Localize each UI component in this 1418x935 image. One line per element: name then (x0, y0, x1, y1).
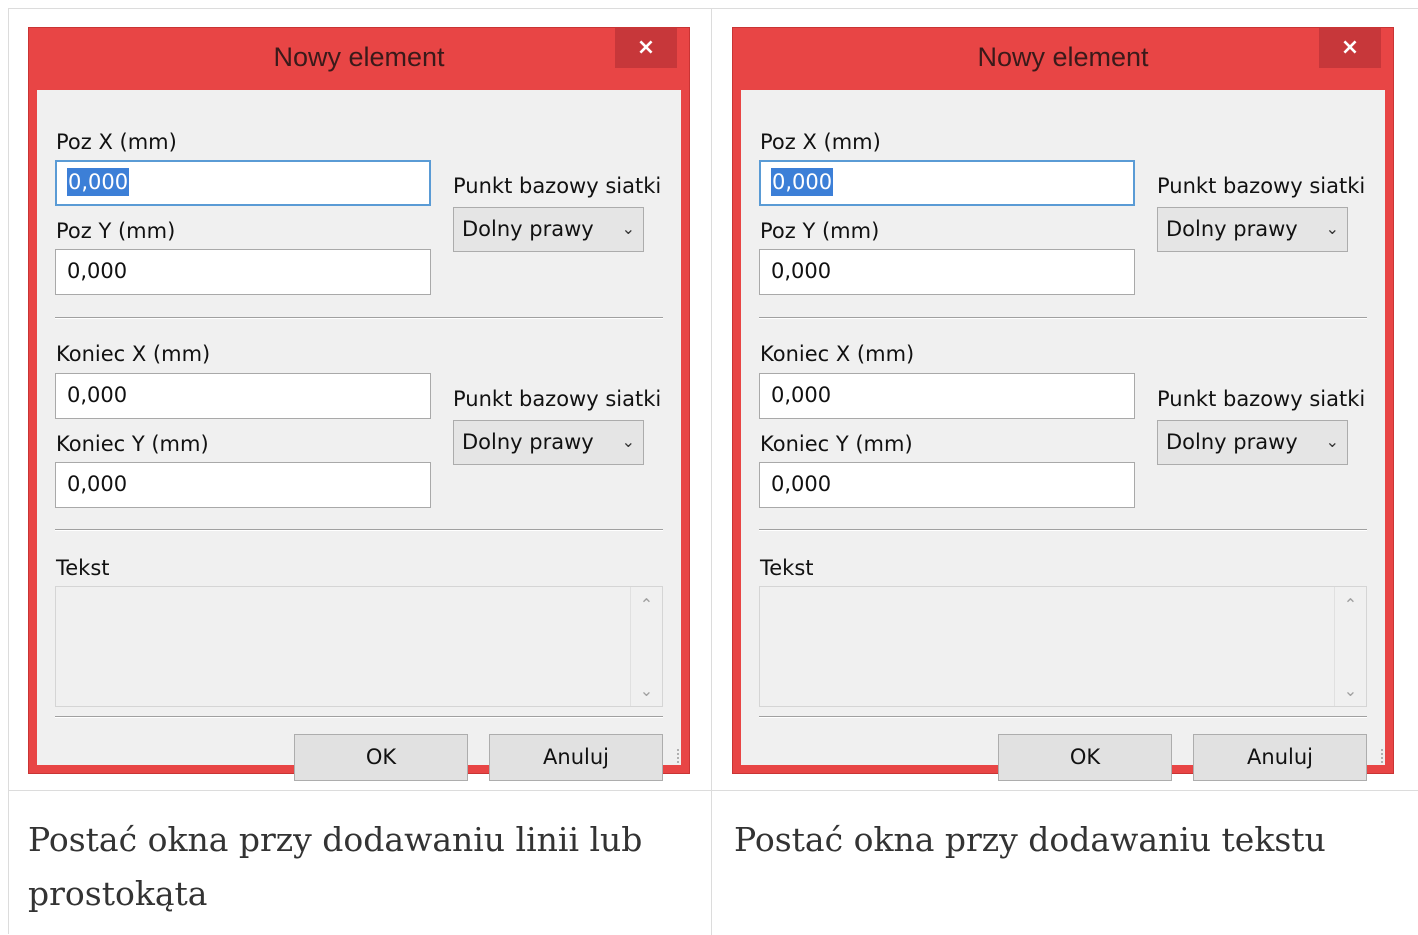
pos-x-input[interactable]: 0,000 (759, 160, 1135, 206)
scroll-down-icon[interactable]: ⌄ (631, 681, 662, 700)
dialog-title: Nowy element (977, 42, 1149, 72)
scroll-up-icon[interactable]: ⌃ (631, 595, 662, 614)
ok-button[interactable]: OK (294, 734, 468, 781)
grid-base-select[interactable]: Dolny prawy ⌄ (1157, 207, 1348, 252)
grid-base-label: Punkt bazowy siatki (453, 174, 662, 198)
chevron-down-icon: ⌄ (1325, 432, 1339, 451)
scroll-up-icon[interactable]: ⌃ (1335, 595, 1366, 614)
grid-base-select-value: Dolny prawy (462, 217, 594, 241)
text-area[interactable]: ⌃ ⌄ (759, 586, 1367, 707)
grid-base-select[interactable]: Dolny prawy ⌄ (453, 207, 644, 252)
scrollbar[interactable]: ⌃ ⌄ (1334, 587, 1366, 706)
text-label: Tekst (56, 556, 110, 580)
grid-base-select[interactable]: Dolny prawy ⌄ (453, 420, 644, 465)
end-y-input[interactable]: 0,000 (55, 462, 431, 508)
pos-y-label: Poz Y (mm) (760, 219, 880, 243)
table-cell-caption-left: Postać okna przy dodawaniu linii lub pro… (9, 791, 712, 935)
dialog-client-area: Poz X (mm) 0,000 Punkt bazowy siatki Dol… (37, 90, 681, 781)
caption-line-dialog: Postać okna przy dodawaniu linii lub pro… (28, 820, 643, 913)
pos-y-input[interactable]: 0,000 (55, 249, 431, 295)
grid-base-select[interactable]: Dolny prawy ⌄ (1157, 420, 1348, 465)
grid-base-label: Punkt bazowy siatki (1157, 387, 1366, 411)
ok-button[interactable]: OK (998, 734, 1172, 781)
comparison-table: Nowy element × Poz X (mm) 0,000 Punkt ba… (8, 8, 1418, 935)
pos-x-selected-text: 0,000 (771, 168, 834, 196)
end-y-label: Koniec Y (mm) (56, 432, 209, 456)
end-x-input[interactable]: 0,000 (759, 373, 1135, 419)
grid-base-label: Punkt bazowy siatki (453, 387, 662, 411)
end-y-input[interactable]: 0,000 (759, 462, 1135, 508)
dialog-title: Nowy element (273, 42, 445, 72)
cancel-button[interactable]: Anuluj (1193, 734, 1367, 781)
pos-x-label: Poz X (mm) (760, 130, 881, 154)
close-button[interactable]: × (1319, 28, 1381, 68)
end-x-label: Koniec X (mm) (760, 342, 915, 366)
dialog-client-area: Poz X (mm) 0,000 Punkt bazowy siatki Dol… (741, 90, 1385, 781)
grid-base-label: Punkt bazowy siatki (1157, 174, 1366, 198)
dialog-titlebar[interactable]: Nowy element × (733, 28, 1393, 90)
chevron-down-icon: ⌄ (1325, 219, 1339, 238)
end-x-label: Koniec X (mm) (56, 342, 211, 366)
separator (759, 716, 1367, 718)
chevron-down-icon: ⌄ (621, 219, 635, 238)
table-cell-caption-right: Postać okna przy dodawaniu tekstu (712, 791, 1418, 935)
resize-grip-icon[interactable] (1377, 749, 1383, 763)
end-y-label: Koniec Y (mm) (760, 432, 913, 456)
pos-y-label: Poz Y (mm) (56, 219, 176, 243)
grid-base-select-value: Dolny prawy (1166, 430, 1298, 454)
pos-x-label: Poz X (mm) (56, 130, 177, 154)
separator (55, 716, 663, 718)
cancel-button[interactable]: Anuluj (489, 734, 663, 781)
scroll-down-icon[interactable]: ⌄ (1335, 681, 1366, 700)
separator (55, 529, 663, 531)
table-cell-line-dialog: Nowy element × Poz X (mm) 0,000 Punkt ba… (9, 9, 712, 791)
dialog-titlebar[interactable]: Nowy element × (29, 28, 689, 90)
resize-grip-icon[interactable] (673, 749, 679, 763)
text-area[interactable]: ⌃ ⌄ (55, 586, 663, 707)
new-element-dialog: Nowy element × Poz X (mm) 0,000 Punkt ba… (732, 27, 1394, 781)
pos-y-input[interactable]: 0,000 (759, 249, 1135, 295)
table-cell-text-dialog: Nowy element × Poz X (mm) 0,000 Punkt ba… (712, 9, 1418, 791)
close-button[interactable]: × (615, 28, 677, 68)
pos-x-selected-text: 0,000 (67, 168, 130, 196)
caption-text-dialog: Postać okna przy dodawaniu tekstu (734, 820, 1326, 859)
scrollbar[interactable]: ⌃ ⌄ (630, 587, 662, 706)
end-x-input[interactable]: 0,000 (55, 373, 431, 419)
separator (55, 317, 663, 319)
chevron-down-icon: ⌄ (621, 432, 635, 451)
new-element-dialog: Nowy element × Poz X (mm) 0,000 Punkt ba… (28, 27, 690, 781)
separator (759, 529, 1367, 531)
grid-base-select-value: Dolny prawy (1166, 217, 1298, 241)
grid-base-select-value: Dolny prawy (462, 430, 594, 454)
pos-x-input[interactable]: 0,000 (55, 160, 431, 206)
separator (759, 317, 1367, 319)
text-label: Tekst (760, 556, 814, 580)
